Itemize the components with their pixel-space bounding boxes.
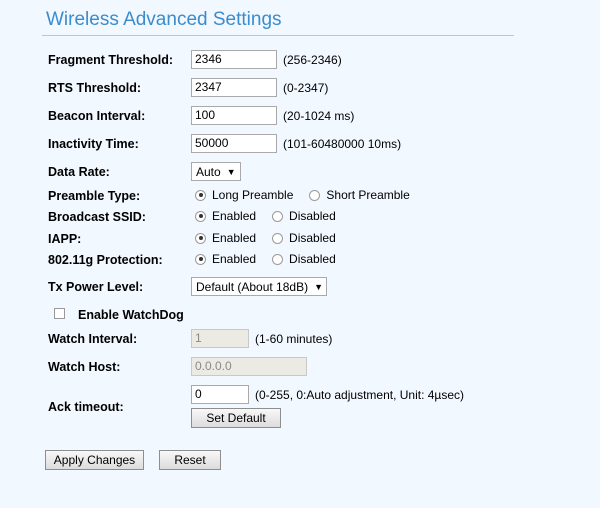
beacon-interval-row: Beacon Interval: 100 (20-1024 ms) <box>48 106 588 128</box>
reset-button[interactable]: Reset <box>159 450 221 470</box>
watch-interval-row: Watch Interval: 1 (1-60 minutes) <box>48 329 588 351</box>
watch-host-row: Watch Host: 0.0.0.0 <box>48 357 588 379</box>
protection-enabled-label: Enabled <box>212 252 257 266</box>
beacon-interval-hint: (20-1024 ms) <box>283 109 355 123</box>
watch-host-label: Watch Host: <box>48 360 121 374</box>
watch-interval-label: Watch Interval: <box>48 332 138 346</box>
broadcast-ssid-enabled-label: Enabled <box>212 209 257 223</box>
inactivity-time-input[interactable]: 50000 <box>191 134 277 153</box>
rts-threshold-input[interactable]: 2347 <box>191 78 277 97</box>
broadcast-ssid-radio-group: Enabled Disabled <box>195 209 352 223</box>
short-preamble-radio[interactable] <box>309 189 321 201</box>
broadcast-ssid-enabled-radio[interactable] <box>195 210 206 222</box>
rts-threshold-label: RTS Threshold: <box>48 81 142 95</box>
iapp-disabled-radio[interactable] <box>272 232 284 244</box>
apply-changes-button[interactable]: Apply Changes <box>45 450 144 470</box>
page-title: Wireless Advanced Settings <box>46 9 282 30</box>
protection-80211g-label: 802.11g Protection: <box>48 253 163 267</box>
inactivity-time-hint: (101-60480000 10ms) <box>283 137 402 151</box>
watch-interval-hint: (1-60 minutes) <box>255 332 333 346</box>
long-preamble-label: Long Preamble <box>212 188 294 202</box>
fragment-threshold-hint: (256-2346) <box>283 53 342 67</box>
iapp-radio-group: Enabled Disabled <box>195 231 352 245</box>
ack-timeout-row: Ack timeout: 0 (0-255, 0:Auto adjustment… <box>48 385 588 431</box>
preamble-type-row: Preamble Type: Long Preamble Short Pream… <box>48 186 588 208</box>
set-default-button[interactable]: Set Default <box>191 408 281 428</box>
iapp-row: IAPP: Enabled Disabled <box>48 229 588 251</box>
data-rate-label: Data Rate: <box>48 165 110 179</box>
tx-power-level-select[interactable]: Default (About 18dB) ▼ <box>191 277 327 296</box>
protection-disabled-radio[interactable] <box>272 253 284 265</box>
title-divider <box>42 35 514 36</box>
protection-enabled-radio[interactable] <box>195 253 206 265</box>
preamble-type-radio-group: Long Preamble Short Preamble <box>195 188 426 202</box>
iapp-label: IAPP: <box>48 232 82 246</box>
rts-threshold-hint: (0-2347) <box>283 81 329 95</box>
protection-80211g-radio-group: Enabled Disabled <box>195 252 352 266</box>
beacon-interval-label: Beacon Interval: <box>48 109 146 123</box>
enable-watchdog-checkbox[interactable] <box>54 308 65 319</box>
broadcast-ssid-disabled-radio[interactable] <box>272 210 284 222</box>
ack-timeout-input[interactable]: 0 <box>191 385 249 404</box>
ack-timeout-label: Ack timeout: <box>48 400 124 414</box>
preamble-type-label: Preamble Type: <box>48 189 141 203</box>
fragment-threshold-input[interactable]: 2346 <box>191 50 277 69</box>
fragment-threshold-row: Fragment Threshold: 2346 (256-2346) <box>48 50 588 72</box>
ack-timeout-hint: (0-255, 0:Auto adjustment, Unit: 4µsec) <box>255 388 465 402</box>
data-rate-selected-value: Auto <box>196 164 221 179</box>
broadcast-ssid-label: Broadcast SSID: <box>48 210 146 224</box>
iapp-disabled-label: Disabled <box>289 231 336 245</box>
iapp-enabled-label: Enabled <box>212 231 257 245</box>
broadcast-ssid-row: Broadcast SSID: Enabled Disabled <box>48 207 588 229</box>
enable-watchdog-row: Enable WatchDog <box>48 305 588 327</box>
chevron-down-icon: ▼ <box>226 166 236 177</box>
enable-watchdog-label: Enable WatchDog <box>78 308 184 322</box>
broadcast-ssid-disabled-label: Disabled <box>289 209 336 223</box>
tx-power-level-label: Tx Power Level: <box>48 280 144 294</box>
inactivity-time-row: Inactivity Time: 50000 (101-60480000 10m… <box>48 134 588 156</box>
beacon-interval-input[interactable]: 100 <box>191 106 277 125</box>
protection-disabled-label: Disabled <box>289 252 336 266</box>
rts-threshold-row: RTS Threshold: 2347 (0-2347) <box>48 78 588 100</box>
data-rate-select[interactable]: Auto ▼ <box>191 162 241 181</box>
data-rate-row: Data Rate: Auto ▼ <box>48 162 588 184</box>
long-preamble-radio[interactable] <box>195 189 206 201</box>
tx-power-level-row: Tx Power Level: Default (About 18dB) ▼ <box>48 277 588 299</box>
watch-interval-input[interactable]: 1 <box>191 329 249 348</box>
watch-host-input[interactable]: 0.0.0.0 <box>191 357 307 376</box>
chevron-down-icon: ▼ <box>314 281 323 292</box>
short-preamble-label: Short Preamble <box>326 188 410 202</box>
tx-power-level-selected-value: Default (About 18dB) <box>196 279 309 294</box>
protection-80211g-row: 802.11g Protection: Enabled Disabled <box>48 250 588 272</box>
inactivity-time-label: Inactivity Time: <box>48 137 139 151</box>
fragment-threshold-label: Fragment Threshold: <box>48 53 174 67</box>
iapp-enabled-radio[interactable] <box>195 232 206 244</box>
